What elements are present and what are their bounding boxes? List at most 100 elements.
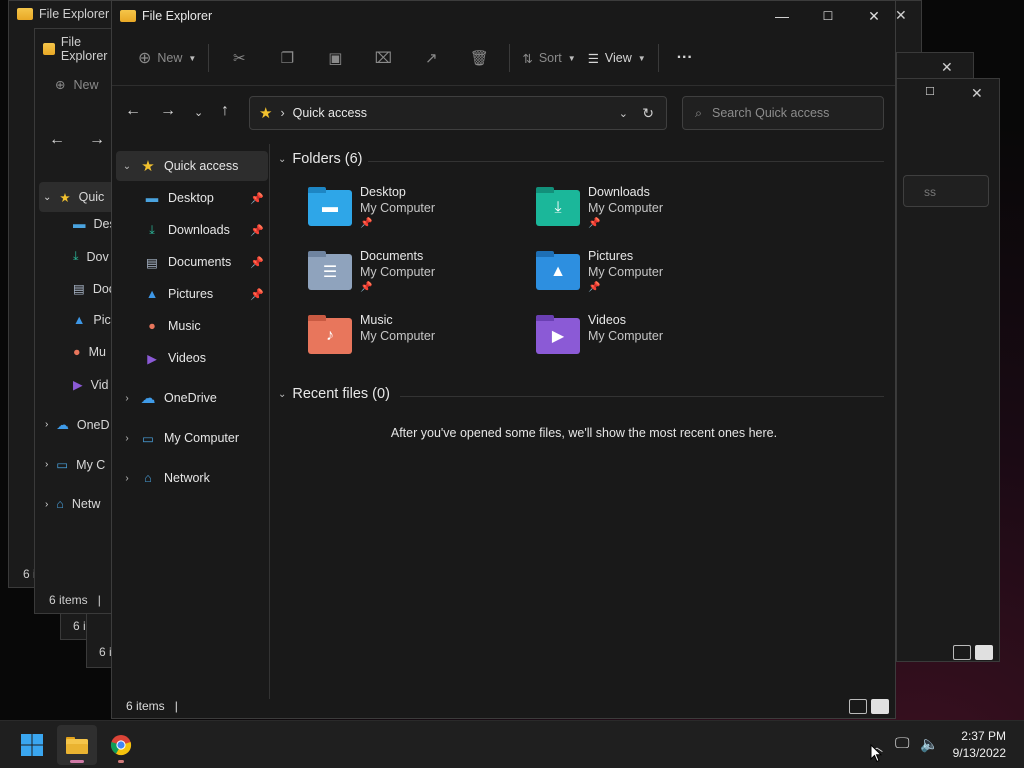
network-icon: ⌂ (144, 471, 152, 485)
nav-my-computer[interactable]: › ▭ My Computer (116, 423, 268, 453)
up-button[interactable]: ↑ (221, 102, 229, 120)
delete-button[interactable]: 🗑 (455, 49, 503, 67)
rename-button[interactable]: ⌧ (359, 49, 407, 67)
nav-network[interactable]: › ⌂ Network (116, 463, 268, 493)
folder-music[interactable]: ♪ Music My Computer (308, 312, 528, 370)
pictures-icon: ▲ (145, 287, 159, 301)
videos-icon: ▶ (73, 378, 83, 392)
volume-icon[interactable]: 🔈 (920, 735, 939, 753)
forward-arrow-icon[interactable]: → (89, 131, 105, 149)
plus-icon: ⊕ (55, 78, 66, 92)
toolbar-separator (657, 44, 659, 72)
recent-locations-button[interactable]: ⌄ (194, 106, 203, 119)
chevron-down-icon: ▼ (567, 53, 576, 63)
address-bar[interactable]: ★ › Quick access ⌄ ↻ (249, 96, 667, 130)
taskbar-clock[interactable]: 2:37 PM 9/13/2022 (953, 728, 1006, 762)
chevron-right-icon[interactable]: › (116, 473, 138, 484)
mouse-cursor-icon (870, 744, 882, 763)
onedrive-icon: ☁ (56, 418, 69, 432)
recent-files-section-header[interactable]: ⌄ Recent files (0) (278, 386, 390, 402)
network-status-icon[interactable]: 🖵 (895, 735, 909, 752)
background-nav-item[interactable]: › ▭ My C (45, 457, 105, 473)
background-nav-item[interactable]: ● Mu (73, 345, 106, 359)
nav-downloads[interactable]: ⤓ Downloads 📌 (142, 215, 268, 245)
close-icon[interactable]: ✕ (941, 59, 953, 76)
folder-pictures[interactable]: ▲ Pictures My Computer 📌 (536, 248, 756, 306)
view-button[interactable]: ☰ View ▼ (582, 42, 652, 74)
search-input[interactable]: ⌕ Search Quick access (682, 96, 884, 130)
pictures-icon: ▲ (73, 313, 86, 327)
trash-icon: 🗑 (469, 50, 489, 67)
chevron-down-icon: ⌄ (194, 107, 204, 119)
folders-section-header[interactable]: ⌄ Folders (6) (278, 151, 363, 167)
background-nav-item[interactable]: ▬ Des (73, 217, 113, 231)
background-new-button[interactable]: ⊕ New (55, 77, 99, 93)
details-view-icon[interactable] (849, 699, 867, 714)
pictures-folder-icon: ▲ (536, 251, 580, 290)
tiles-view-icon[interactable] (871, 699, 889, 714)
background-search-input[interactable]: ss (903, 175, 989, 207)
background-window-right-3[interactable]: ☐ ✕ ss (896, 78, 1000, 662)
nav-onedrive[interactable]: › ☁ OneDrive (116, 383, 268, 413)
close-icon[interactable]: ✕ (971, 85, 983, 102)
pin-icon: 📌 (588, 282, 601, 293)
file-explorer-window: File Explorer — ☐ ✕ ⊕ New ▼ ✂ ❐ ▣ ⌧ ↗ 🗑 … (111, 0, 896, 719)
background-nav-quick-access[interactable]: ⌄ ★ Quic (39, 182, 113, 212)
start-button[interactable] (12, 725, 52, 765)
background-view-toggles (953, 645, 993, 660)
background-nav-item[interactable]: ⤓ Dov (73, 249, 109, 264)
computer-icon: ▭ (56, 458, 69, 472)
folder-downloads[interactable]: ⤓ Downloads My Computer 📌 (536, 184, 756, 242)
back-button[interactable]: ← (125, 102, 141, 120)
sort-button[interactable]: ⇅ Sort ▼ (516, 42, 581, 74)
nav-videos[interactable]: ▶ Videos (142, 343, 268, 373)
nav-music[interactable]: ● Music (142, 311, 268, 341)
close-button[interactable]: ✕ (851, 1, 897, 31)
nav-desktop[interactable]: ▬ Desktop 📌 (142, 183, 268, 213)
paste-button[interactable]: ▣ (311, 49, 359, 67)
maximize-icon[interactable]: ☐ (925, 85, 935, 98)
new-button[interactable]: ⊕ New ▼ (132, 42, 202, 74)
music-folder-icon: ♪ (308, 315, 352, 354)
chevron-down-icon[interactable]: ⌄ (116, 161, 138, 172)
cut-button[interactable]: ✂ (215, 49, 263, 67)
refresh-icon[interactable]: ↻ (642, 105, 654, 122)
status-separator: | (174, 699, 178, 713)
background-nav-arrows: ← → (49, 131, 105, 149)
maximize-button[interactable]: ☐ (805, 1, 851, 31)
chevron-down-icon: ⌄ (278, 388, 287, 400)
background-window-2[interactable]: File Explorer ⊕ New ← → ⌄ ★ Quic ▬ Des ⤓ Dov ▤… (34, 28, 114, 614)
nav-quick-access[interactable]: ⌄ ★ Quick access (116, 151, 268, 181)
back-arrow-icon[interactable]: ← (49, 131, 65, 149)
copy-button[interactable]: ❐ (263, 49, 311, 67)
navigation-pane: ⌄ ★ Quick access ▬ Desktop 📌 ⤓ Downloads… (112, 144, 270, 699)
folder-documents[interactable]: ☰ Documents My Computer 📌 (308, 248, 528, 306)
breadcrumb-quick-access[interactable]: Quick access (293, 106, 367, 120)
folder-desktop[interactable]: ▬ Desktop My Computer 📌 (308, 184, 528, 242)
taskbar-file-explorer[interactable] (57, 725, 97, 765)
tiles-view-icon[interactable] (975, 645, 993, 660)
background-nav-item[interactable]: ▶ Vid (73, 377, 108, 393)
background-nav-item[interactable]: ▲ Pict (73, 313, 113, 327)
rename-icon: ⌧ (374, 50, 392, 67)
share-button[interactable]: ↗ (407, 49, 455, 67)
music-icon: ● (148, 319, 156, 333)
forward-button[interactable]: → (160, 102, 176, 120)
see-more-button[interactable]: ··· (671, 42, 699, 74)
chevron-right-icon[interactable]: › (116, 393, 138, 404)
background-nav-item[interactable]: › ⌂ Netw (45, 497, 100, 511)
share-icon: ↗ (425, 50, 438, 67)
nav-pictures[interactable]: ▲ Pictures 📌 (142, 279, 268, 309)
chevron-right-icon[interactable]: › (116, 433, 138, 444)
nav-documents[interactable]: ▤ Documents 📌 (142, 247, 268, 277)
address-dropdown-icon[interactable]: ⌄ (619, 107, 628, 120)
minimize-button[interactable]: — (759, 1, 805, 31)
pin-icon: 📌 (360, 282, 373, 293)
taskbar-chrome[interactable] (101, 725, 141, 765)
background-nav-item[interactable]: › ☁ OneD (45, 417, 110, 433)
background-nav-item[interactable]: ▤ Doc (73, 281, 113, 297)
folder-videos[interactable]: ▶ Videos My Computer (536, 312, 756, 370)
details-view-icon[interactable] (953, 645, 971, 660)
file-explorer-icon (120, 10, 136, 22)
item-count: 6 items (126, 699, 165, 713)
